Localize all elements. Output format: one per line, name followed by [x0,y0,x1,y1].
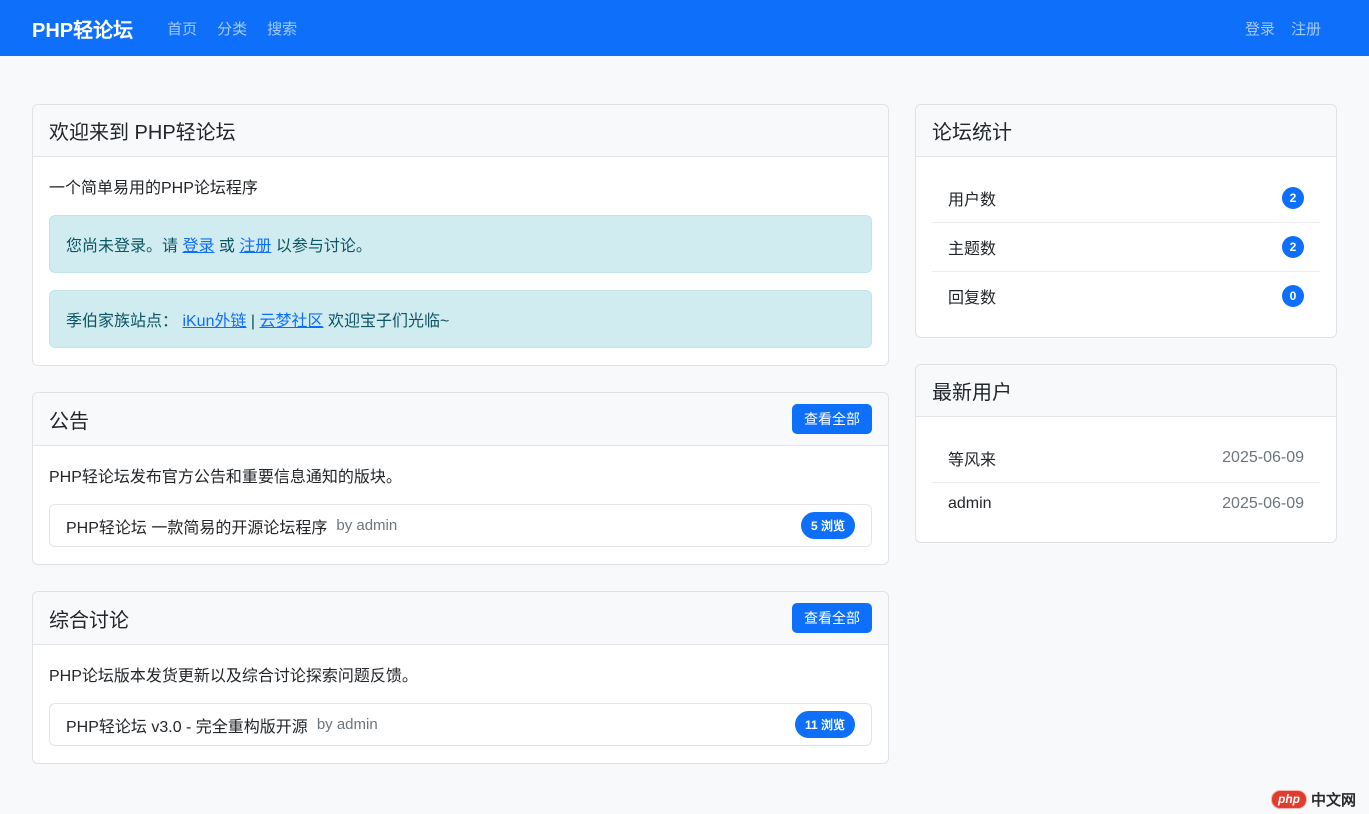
board-discussion-description: PHP论坛版本发货更新以及综合讨论探索问题反馈。 [49,662,872,686]
stat-value-badge: 0 [1282,285,1304,307]
user-register-date: 2025-06-09 [1222,495,1304,513]
main-column: 欢迎来到 PHP轻论坛 一个简单易用的PHP论坛程序 您尚未登录。请 登录 或 … [32,104,889,790]
family-sites-alert: 季伯家族站点： iKun外链 | 云梦社区 欢迎宝子们光临~ [49,290,872,348]
stat-label: 用户数 [948,186,996,210]
board-announcements-header: 公告 查看全部 [33,393,888,446]
login-alert-middle: 或 [214,238,239,255]
stat-row-users: 用户数 2 [932,174,1320,223]
forum-stats-list: 用户数 2 主题数 2 回复数 0 [932,174,1320,320]
welcome-card-header: 欢迎来到 PHP轻论坛 [33,105,888,157]
navbar-links: 首页 分类 搜索 [167,18,297,39]
family-alert-suffix: 欢迎宝子们光临~ [324,313,450,330]
family-alert-separator: | [246,313,259,330]
navbar-auth-links: 登录 注册 [1245,18,1337,39]
latest-users-body: 等风来 2025-06-09 admin 2025-06-09 [916,417,1336,542]
forum-stats-header: 论坛统计 [916,105,1336,157]
topic-views-badge: 11 浏览 [795,711,855,738]
stat-value-badge: 2 [1282,236,1304,258]
nav-link-login[interactable]: 登录 [1245,18,1275,39]
welcome-card-body: 一个简单易用的PHP论坛程序 您尚未登录。请 登录 或 注册 以参与讨论。 季伯… [33,157,888,365]
latest-users-list: 等风来 2025-06-09 admin 2025-06-09 [932,434,1320,525]
topic-row[interactable]: PHP轻论坛 一款简易的开源论坛程序 by admin 5 浏览 [49,504,872,547]
view-all-button-announcements[interactable]: 查看全部 [792,404,872,434]
nav-link-search[interactable]: 搜索 [267,18,297,39]
login-link[interactable]: 登录 [182,238,214,255]
yunmeng-link[interactable]: 云梦社区 [260,313,324,330]
login-alert: 您尚未登录。请 登录 或 注册 以参与讨论。 [49,215,872,273]
login-alert-prefix: 您尚未登录。请 [66,238,182,255]
welcome-title: 欢迎来到 PHP轻论坛 [49,116,236,145]
board-card-discussion: 综合讨论 查看全部 PHP论坛版本发货更新以及综合讨论探索问题反馈。 PHP轻论… [32,591,889,764]
user-name: 等风来 [948,446,996,470]
stat-label: 主题数 [948,235,996,259]
php-cn-watermark: php 中文网 [1271,789,1356,810]
stat-label: 回复数 [948,284,996,308]
top-navbar: PHP轻论坛 首页 分类 搜索 登录 注册 [0,0,1369,56]
topic-views-badge: 5 浏览 [801,512,855,539]
board-discussion-title: 综合讨论 [49,604,129,633]
watermark-site-text: 中文网 [1311,789,1356,810]
ikun-link[interactable]: iKun外链 [182,313,246,330]
board-announcements-description: PHP轻论坛发布官方公告和重要信息通知的版块。 [49,463,872,487]
board-announcements-title: 公告 [49,405,89,434]
user-row: 等风来 2025-06-09 [932,434,1320,483]
forum-stats-title: 论坛统计 [932,116,1012,145]
topic-row[interactable]: PHP轻论坛 v3.0 - 完全重构版开源 by admin 11 浏览 [49,703,872,746]
nav-link-register[interactable]: 注册 [1291,18,1321,39]
latest-users-header: 最新用户 [916,365,1336,417]
view-all-button-discussion[interactable]: 查看全部 [792,603,872,633]
user-row: admin 2025-06-09 [932,483,1320,525]
forum-stats-body: 用户数 2 主题数 2 回复数 0 [916,157,1336,337]
nav-link-home[interactable]: 首页 [167,18,197,39]
user-register-date: 2025-06-09 [1222,449,1304,467]
register-link[interactable]: 注册 [239,238,271,255]
page-container: 欢迎来到 PHP轻论坛 一个简单易用的PHP论坛程序 您尚未登录。请 登录 或 … [0,56,1369,790]
latest-users-card: 最新用户 等风来 2025-06-09 admin 2025-06-09 [915,364,1337,543]
topic-author: by admin [317,716,378,733]
board-card-announcements: 公告 查看全部 PHP轻论坛发布官方公告和重要信息通知的版块。 PHP轻论坛 一… [32,392,889,565]
board-discussion-header: 综合讨论 查看全部 [33,592,888,645]
stat-row-topics: 主题数 2 [932,223,1320,272]
family-alert-prefix: 季伯家族站点： [66,313,182,330]
sidebar-column: 论坛统计 用户数 2 主题数 2 回复数 0 [915,104,1337,569]
topic-title: PHP轻论坛 一款简易的开源论坛程序 [66,514,327,538]
topic-title: PHP轻论坛 v3.0 - 完全重构版开源 [66,713,308,737]
stat-row-replies: 回复数 0 [932,272,1320,320]
nav-link-categories[interactable]: 分类 [217,18,247,39]
login-alert-suffix: 以参与讨论。 [271,238,371,255]
welcome-intro: 一个简单易用的PHP论坛程序 [49,174,872,198]
php-logo-icon: php [1271,790,1307,809]
welcome-card: 欢迎来到 PHP轻论坛 一个简单易用的PHP论坛程序 您尚未登录。请 登录 或 … [32,104,889,366]
board-announcements-body: PHP轻论坛发布官方公告和重要信息通知的版块。 PHP轻论坛 一款简易的开源论坛… [33,446,888,564]
user-name: admin [948,495,992,513]
board-discussion-body: PHP论坛版本发货更新以及综合讨论探索问题反馈。 PHP轻论坛 v3.0 - 完… [33,645,888,763]
topic-author: by admin [336,517,397,534]
forum-stats-card: 论坛统计 用户数 2 主题数 2 回复数 0 [915,104,1337,338]
stat-value-badge: 2 [1282,187,1304,209]
latest-users-title: 最新用户 [932,376,1012,405]
navbar-brand[interactable]: PHP轻论坛 [32,14,133,43]
